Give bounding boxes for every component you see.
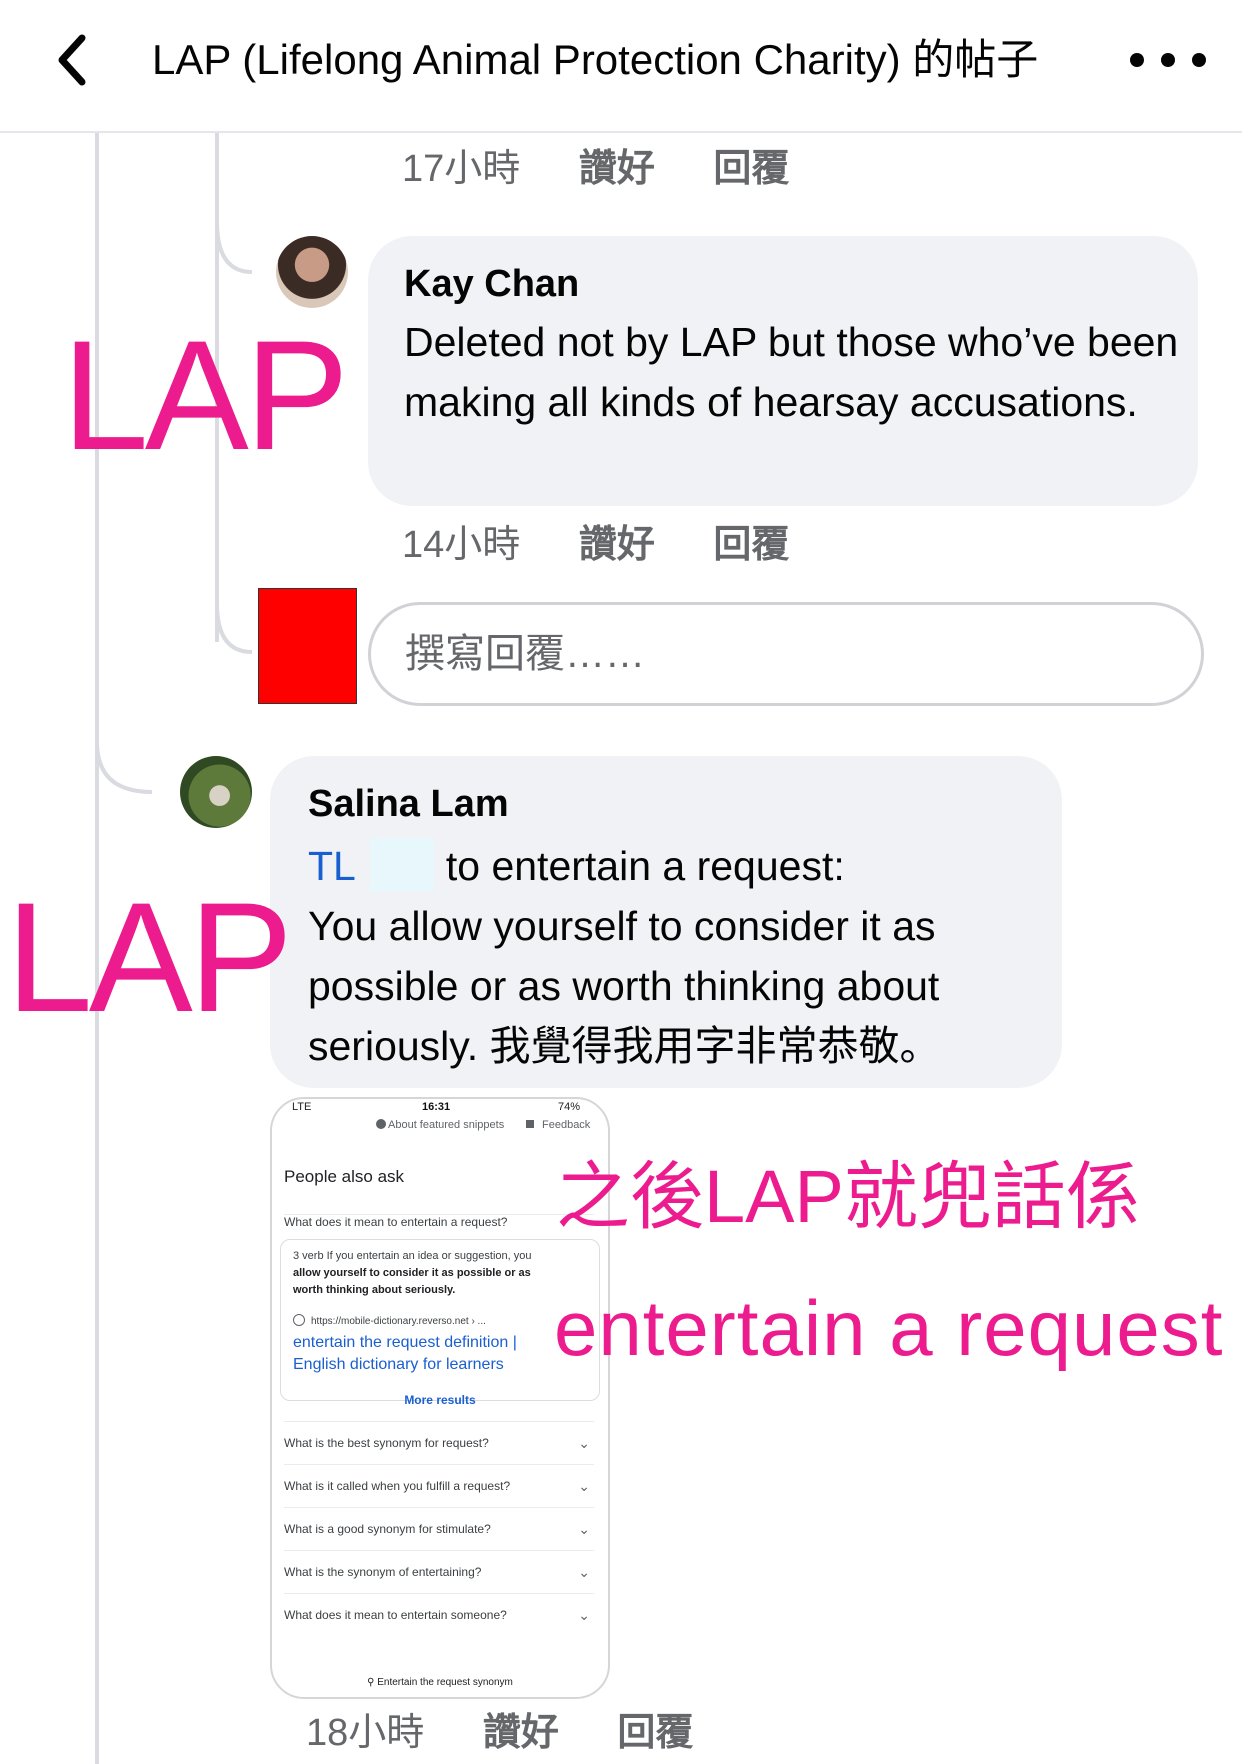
redacted-avatar — [258, 588, 357, 704]
comment-actions: 17小時 讚好 回覆 — [402, 144, 789, 194]
like-button[interactable]: 讚好 — [483, 1712, 559, 1754]
more-dot-icon — [1192, 53, 1206, 67]
comment-bubble: Salina Lam TL to entertain a request: You… — [270, 756, 1062, 1088]
more-dot-icon — [1130, 53, 1144, 67]
feedback-link: Feedback — [526, 1119, 590, 1131]
chevron-down-icon: ⌄ — [578, 1564, 590, 1580]
comment-time: 18小時 — [306, 1712, 425, 1754]
more-options-button[interactable] — [1130, 36, 1206, 84]
comment-time: 14小時 — [402, 524, 521, 566]
like-button[interactable]: 讚好 — [579, 524, 655, 566]
chevron-left-icon — [58, 34, 86, 86]
comment-text-line: TL to entertain a request: — [308, 836, 845, 896]
mention-link[interactable]: TL — [308, 843, 356, 889]
answer-text: worth thinking about seriously. — [293, 1284, 456, 1296]
section-title: People also ask — [284, 1167, 405, 1186]
status-carrier: LTE — [292, 1101, 312, 1113]
reply-button[interactable]: 回覆 — [713, 524, 789, 566]
chevron-down-icon: ⌄ — [578, 1478, 590, 1494]
question-row: What is the synonym of entertaining? ⌄ — [284, 1550, 594, 1593]
comment-author[interactable]: Salina Lam — [308, 780, 509, 828]
more-results-link: More results — [404, 1393, 476, 1407]
source-url: https://mobile-dictionary.reverso.net › … — [293, 1314, 486, 1327]
question-row: What is the best synonym for request? ⌄ — [284, 1421, 594, 1464]
status-time: 16:31 — [422, 1101, 451, 1113]
status-battery: 74% — [558, 1101, 581, 1113]
comment-text: You allow yourself to consider it as pos… — [308, 903, 941, 1069]
reply-input[interactable] — [368, 602, 1204, 706]
open-question: What does it mean to entertain a request… — [284, 1214, 594, 1229]
globe-icon — [293, 1314, 305, 1326]
about-snippets-link: About featured snippets — [376, 1119, 504, 1131]
comment-actions: 18小時 讚好 回覆 — [306, 1708, 693, 1758]
question-row: What does it mean to entertain someone? ⌄ — [284, 1593, 594, 1636]
comment-author[interactable]: Kay Chan — [404, 260, 579, 308]
overlay-caption: entertain a request — [554, 1284, 1224, 1372]
chevron-down-icon: ⌄ — [578, 1607, 590, 1623]
back-button[interactable] — [40, 28, 104, 92]
answer-text: 3 verb If you entertain an idea or sugge… — [293, 1250, 532, 1262]
answer-card: 3 verb If you entertain an idea or sugge… — [280, 1239, 600, 1401]
page-title: LAP (Lifelong Animal Protection Charity)… — [152, 36, 1039, 83]
top-bar: LAP (Lifelong Animal Protection Charity)… — [0, 0, 1242, 133]
chevron-down-icon: ⌄ — [578, 1435, 590, 1451]
lap-overlay-label: LAP — [6, 871, 293, 1045]
like-button[interactable]: 讚好 — [579, 148, 655, 190]
answer-text: allow yourself to consider it as possibl… — [293, 1267, 531, 1279]
search-bar-text: ⚲ Entertain the request synonym — [367, 1677, 513, 1688]
redaction-box — [369, 838, 434, 892]
help-icon — [376, 1119, 386, 1129]
avatar[interactable] — [180, 756, 252, 828]
reply-button[interactable]: 回覆 — [713, 148, 789, 190]
question-row: What is a good synonym for stimulate? ⌄ — [284, 1507, 594, 1550]
lap-overlay-label: LAP — [62, 309, 349, 483]
comment-bubble: Kay Chan Deleted not by LAP but those wh… — [368, 236, 1198, 506]
comment-text: to entertain a request: — [445, 843, 845, 889]
chevron-down-icon: ⌄ — [578, 1521, 590, 1537]
more-dot-icon — [1161, 53, 1175, 67]
result-link: English dictionary for learners — [293, 1356, 504, 1373]
comment-actions: 14小時 讚好 回覆 — [402, 520, 789, 570]
result-link: entertain the request definition | — [293, 1334, 517, 1351]
comment-time: 17小時 — [402, 148, 521, 190]
flag-icon — [526, 1120, 534, 1128]
comment-text: Deleted not by LAP but those who’ve been… — [404, 319, 1179, 425]
search-icon: ⚲ — [367, 1677, 375, 1688]
avatar[interactable] — [276, 236, 348, 308]
reply-button[interactable]: 回覆 — [617, 1712, 693, 1754]
question-row: What is it called when you fulfill a req… — [284, 1464, 594, 1507]
overlay-caption: 之後LAP就兜話係 — [556, 1155, 1140, 1238]
